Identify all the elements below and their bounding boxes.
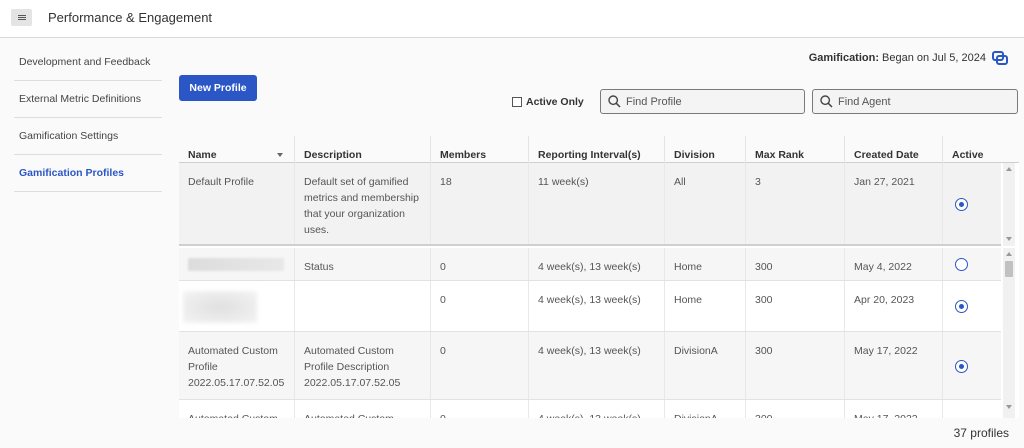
copy-link-icon[interactable]	[992, 51, 1008, 65]
find-profile-input[interactable]	[626, 95, 776, 108]
profiles-table: Name Description Members Reporting Inter…	[179, 136, 1019, 418]
profile-count: 37 profiles	[953, 426, 1009, 440]
cell-created-date: May 17, 2022	[844, 400, 942, 418]
active-only-filter[interactable]: Active Only	[512, 96, 584, 108]
cell-interval: 4 week(s), 13 week(s)	[528, 281, 664, 331]
scroll-down-icon[interactable]	[1006, 237, 1012, 241]
redacted-name	[183, 291, 257, 323]
cell-description	[294, 281, 430, 331]
pinned-row-scrollbar[interactable]	[1003, 163, 1015, 246]
cell-name	[179, 248, 294, 280]
column-header-reporting-interval: Reporting Interval(s)	[528, 136, 664, 163]
sidebar-nav: Development and Feedback External Metric…	[14, 44, 162, 192]
cell-created-date: Jan 27, 2021	[844, 163, 942, 244]
active-only-checkbox[interactable]	[512, 97, 522, 107]
cell-active	[942, 400, 1001, 418]
gamification-status: Gamification: Began on Jul 5, 2024	[809, 51, 1008, 65]
active-radio[interactable]	[955, 300, 968, 313]
cell-active	[942, 332, 1001, 399]
cell-name: Default Profile	[188, 176, 254, 188]
cell-created-date: May 17, 2022	[844, 332, 942, 399]
cell-interval: 4 week(s), 13 week(s)	[528, 332, 664, 399]
gamification-label: Gamification:	[808, 52, 880, 64]
cell-division: DivisionA	[664, 332, 745, 399]
table-header: Name Description Members Reporting Inter…	[179, 136, 1019, 163]
table-row[interactable]: Status 0 4 week(s), 13 week(s) Home 300 …	[179, 248, 1001, 281]
cell-active	[942, 281, 1001, 331]
cell-members: 0	[430, 248, 528, 280]
active-radio[interactable]	[955, 360, 968, 373]
scrollbar-thumb[interactable]	[1005, 261, 1013, 277]
column-header-division: Division	[664, 136, 745, 163]
find-profile-search[interactable]	[600, 89, 805, 114]
active-radio[interactable]	[955, 258, 968, 271]
sidebar-item-gamification-settings[interactable]: Gamification Settings	[14, 118, 162, 155]
sort-caret-icon[interactable]	[277, 153, 283, 157]
cell-name: Automated Custom	[179, 400, 294, 418]
find-agent-search[interactable]	[812, 89, 1018, 114]
cell-division: Home	[664, 281, 745, 331]
new-profile-button[interactable]: New Profile	[179, 75, 257, 101]
search-icon	[608, 95, 621, 108]
cell-active	[942, 163, 1001, 244]
cell-interval: 4 week(s), 13 week(s)	[528, 400, 664, 418]
cell-members: 0	[430, 332, 528, 399]
cell-members: 0	[430, 400, 528, 418]
cell-interval: 4 week(s), 13 week(s)	[528, 248, 664, 280]
cell-max-rank: 300	[745, 332, 844, 399]
scroll-down-icon[interactable]	[1006, 405, 1012, 409]
cell-name: Automated Custom Profile 2022.05.17.07.5…	[188, 345, 285, 389]
table-row[interactable]: Default Profile Default set of gamified …	[179, 163, 1001, 246]
sidebar-item-external-metric-definitions[interactable]: External Metric Definitions	[14, 81, 162, 118]
cell-max-rank: 300	[745, 281, 844, 331]
column-header-members: Members	[430, 136, 528, 163]
cell-created-date: May 4, 2022	[844, 248, 942, 280]
cell-division: All	[664, 163, 745, 244]
gamification-value: Began on Jul 5, 2024	[882, 52, 986, 64]
cell-description: Default set of gamified metrics and memb…	[294, 163, 430, 244]
column-header-active: Active	[942, 136, 1019, 163]
search-icon	[820, 95, 833, 108]
sidebar-item-gamification-profiles[interactable]: Gamification Profiles	[14, 155, 162, 192]
cell-description: Automated Custom Profile Description 202…	[294, 332, 430, 399]
top-bar: Performance & Engagement	[0, 0, 1024, 38]
cell-members: 18	[430, 163, 528, 244]
cell-description: Status	[294, 248, 430, 280]
cell-created-date: Apr 20, 2023	[844, 281, 942, 331]
table-scrollbar[interactable]	[1003, 248, 1015, 418]
cell-max-rank: 300	[745, 400, 844, 418]
find-agent-input[interactable]	[838, 95, 988, 108]
cell-max-rank: 3	[745, 163, 844, 244]
cell-interval: 11 week(s)	[528, 163, 664, 244]
cell-name	[179, 281, 294, 331]
redacted-name	[188, 258, 284, 271]
column-header-name[interactable]: Name	[179, 136, 294, 163]
cell-active	[942, 248, 1001, 280]
column-header-max-rank: Max Rank	[745, 136, 844, 163]
hamburger-icon[interactable]	[11, 9, 32, 26]
column-header-description: Description	[294, 136, 430, 163]
cell-description: Automated Custom	[294, 400, 430, 418]
active-radio[interactable]	[955, 198, 968, 211]
scroll-up-icon[interactable]	[1006, 167, 1012, 171]
cell-members: 0	[430, 281, 528, 331]
cell-division: Home	[664, 248, 745, 280]
cell-division: DivisionA	[664, 400, 745, 418]
active-only-label: Active Only	[526, 96, 584, 108]
scroll-up-icon[interactable]	[1006, 252, 1012, 256]
sidebar-item-development-feedback[interactable]: Development and Feedback	[14, 44, 162, 81]
table-row[interactable]: Automated Custom Profile 2022.05.17.07.5…	[179, 332, 1001, 400]
cell-max-rank: 300	[745, 248, 844, 280]
page-title: Performance & Engagement	[48, 10, 213, 25]
table-row[interactable]: 0 4 week(s), 13 week(s) Home 300 Apr 20,…	[179, 281, 1001, 332]
column-header-created-date: Created Date	[844, 136, 942, 163]
table-row[interactable]: Automated Custom Automated Custom 0 4 we…	[179, 400, 1001, 418]
